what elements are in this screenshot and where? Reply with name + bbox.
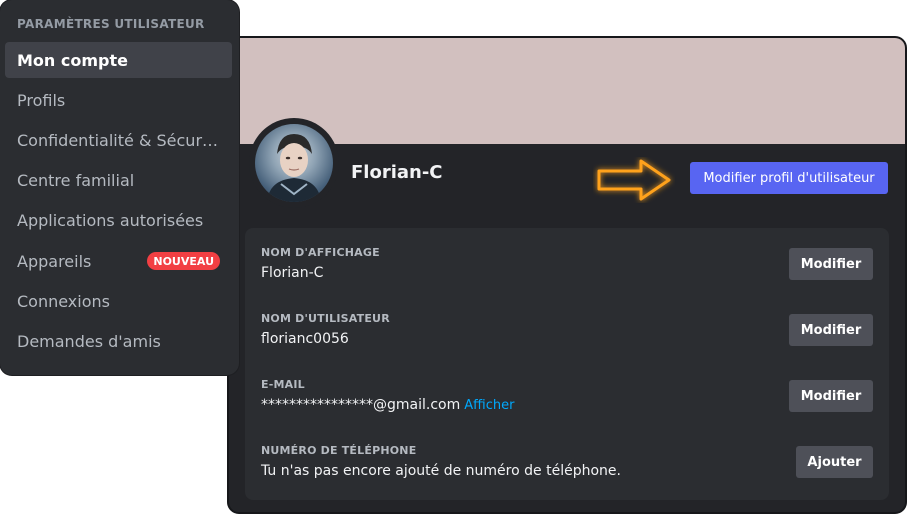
sidebar-item-family-center[interactable]: Centre familial — [5, 162, 232, 198]
sidebar-item-privacy-security[interactable]: Confidentialité & Sécurité — [5, 122, 232, 158]
profile-banner — [229, 38, 905, 144]
sidebar-item-label: Centre familial — [17, 170, 135, 190]
settings-sidebar: PARAMÈTRES UTILISATEUR Mon compte Profil… — [0, 0, 239, 375]
display-name-field: NOM D'AFFICHAGE Florian-C Modifier — [261, 246, 873, 296]
field-label: NOM D'UTILISATEUR — [261, 312, 390, 325]
sidebar-item-connections[interactable]: Connexions — [5, 283, 232, 319]
sidebar-item-label: Connexions — [17, 291, 110, 311]
edit-user-profile-button[interactable]: Modifier profil d'utilisateur — [690, 162, 888, 194]
account-card: Florian-C Modifier profil d'utilisateur … — [227, 36, 907, 514]
account-fields-panel: NOM D'AFFICHAGE Florian-C Modifier NOM D… — [245, 228, 889, 500]
field-label: E-MAIL — [261, 378, 305, 391]
add-phone-button[interactable]: Ajouter — [796, 446, 873, 478]
arrow-right-icon — [597, 159, 671, 201]
email-value: ****************@gmail.com — [261, 397, 461, 413]
sidebar-item-label: Applications autorisées — [17, 210, 204, 230]
field-label: NOM D'AFFICHAGE — [261, 246, 380, 259]
show-email-link[interactable]: Afficher — [464, 398, 514, 413]
username-field: NOM D'UTILISATEUR florianc0056 Modifier — [261, 312, 873, 362]
edit-username-button[interactable]: Modifier — [789, 314, 873, 346]
sidebar-item-friend-requests[interactable]: Demandes d'amis — [5, 323, 232, 359]
phone-field: NUMÉRO DE TÉLÉPHONE Tu n'as pas encore a… — [261, 444, 873, 494]
sidebar-item-label: Demandes d'amis — [17, 331, 161, 351]
avatar-ring — [249, 118, 339, 208]
field-value-container: ****************@gmail.com Afficher — [261, 397, 514, 413]
edit-display-name-button[interactable]: Modifier — [789, 248, 873, 280]
sidebar-item-profiles[interactable]: Profils — [5, 82, 232, 118]
edit-email-button[interactable]: Modifier — [789, 380, 873, 412]
sidebar-item-devices[interactable]: Appareils NOUVEAU — [5, 243, 232, 279]
sidebar-item-label: Appareils — [17, 251, 92, 271]
sidebar-item-authorized-apps[interactable]: Applications autorisées — [5, 202, 232, 238]
field-label: NUMÉRO DE TÉLÉPHONE — [261, 444, 417, 457]
sidebar-header: PARAMÈTRES UTILISATEUR — [17, 17, 205, 31]
sidebar-item-label: Profils — [17, 90, 66, 110]
email-field: E-MAIL ****************@gmail.com Affiche… — [261, 378, 873, 428]
avatar[interactable] — [255, 124, 333, 202]
new-badge: NOUVEAU — [147, 252, 220, 270]
field-value: Florian-C — [261, 265, 324, 281]
field-value: Tu n'as pas encore ajouté de numéro de t… — [261, 463, 621, 479]
sidebar-item-my-account[interactable]: Mon compte — [5, 42, 232, 78]
sidebar-item-label: Mon compte — [17, 50, 128, 70]
user-avatar-photo-icon — [267, 134, 321, 202]
field-value: florianc0056 — [261, 331, 349, 347]
profile-username: Florian-C — [351, 162, 443, 183]
sidebar-item-label: Confidentialité & Sécurité — [17, 130, 222, 150]
